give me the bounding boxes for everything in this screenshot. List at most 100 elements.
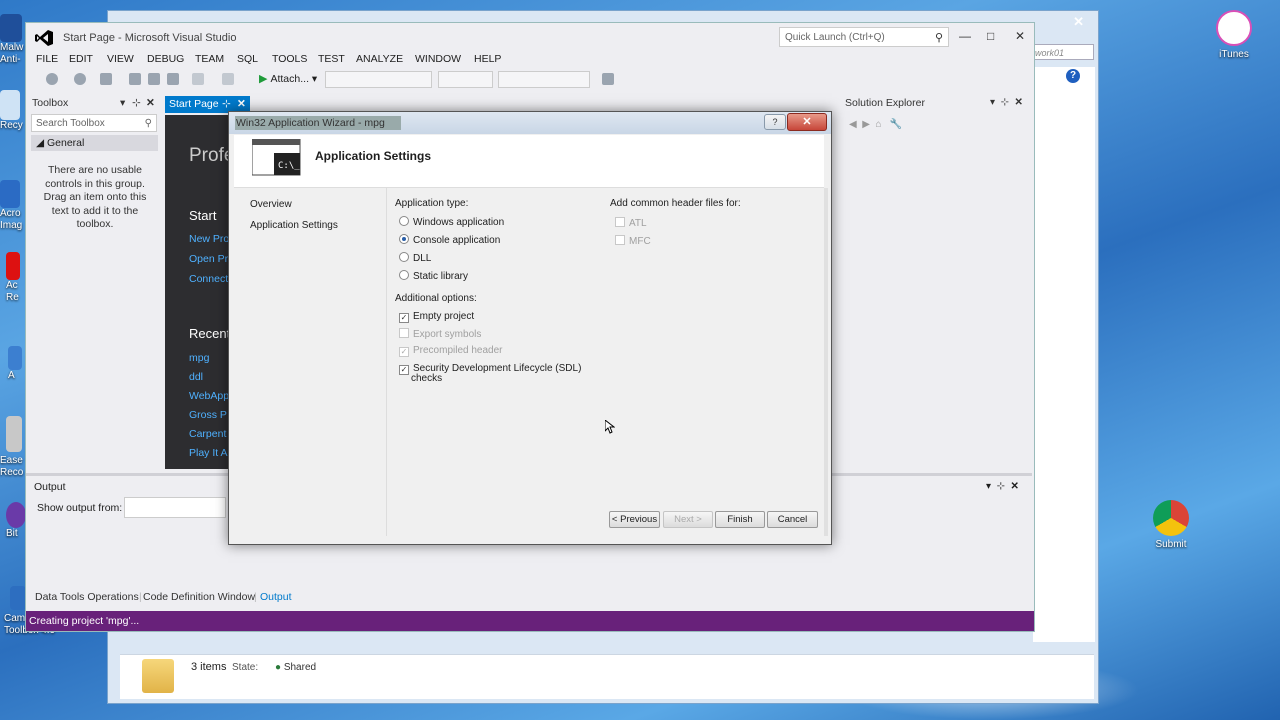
maximize-button[interactable]: □: [987, 29, 994, 43]
tab-label: Start Page: [169, 98, 219, 110]
quick-launch-input[interactable]: Quick Launch (Ctrl+Q) ⚲: [779, 27, 949, 47]
save-all-icon[interactable]: [167, 73, 179, 85]
checkbox-indicator: [615, 235, 625, 245]
bottom-tabs: Data Tools Operations | Code Definition …: [26, 589, 1034, 605]
explorer-search-input[interactable]: work01: [1032, 44, 1094, 60]
tab-data-tools-operations[interactable]: Data Tools Operations: [35, 591, 139, 603]
cancel-button[interactable]: Cancel: [767, 511, 818, 528]
camtasia-icon: [10, 586, 26, 610]
recycle-bin-icon: [0, 90, 20, 120]
desktop-icon-chrome[interactable]: Submit: [1145, 500, 1197, 551]
menu-view[interactable]: VIEW: [107, 53, 134, 65]
nav-application-settings[interactable]: Application Settings: [250, 220, 338, 231]
desktop-icon-easeus[interactable]: Ease Reco: [0, 416, 24, 479]
menu-analyze[interactable]: ANALYZE: [356, 53, 403, 65]
new-project-icon[interactable]: [100, 73, 112, 85]
toolbar: ▶ Attach... ▾: [26, 69, 1034, 91]
radio-dll[interactable]: DLL: [399, 252, 431, 264]
radio-windows-application[interactable]: Windows application: [399, 216, 504, 228]
tab-output[interactable]: Output: [260, 591, 292, 603]
sdl-checks-label-continued: checks: [411, 373, 443, 384]
toolbox-close-icon[interactable]: ✕: [146, 97, 155, 109]
desktop-icon-itunes[interactable]: iTunes: [1208, 10, 1260, 61]
recent-item[interactable]: Gross P: [189, 409, 227, 421]
output-source-dropdown[interactable]: [124, 497, 226, 518]
bitdefender-icon: [6, 502, 26, 528]
platform-dropdown[interactable]: [438, 71, 493, 88]
menu-team[interactable]: TEAM: [195, 53, 224, 65]
toolbox-group-general[interactable]: ◢ General: [31, 135, 158, 151]
dialog-close-button[interactable]: ✕: [787, 113, 827, 131]
menu-edit[interactable]: EDIT: [69, 53, 93, 65]
explorer-close-icon[interactable]: ✕: [1073, 14, 1084, 30]
solution-explorer-controls[interactable]: ▾ ⊹ ✕: [990, 97, 1023, 108]
attach-button[interactable]: ▶ Attach... ▾: [259, 72, 317, 85]
state-label: State:: [232, 662, 259, 673]
menu-help[interactable]: HELP: [474, 53, 501, 65]
menu-file[interactable]: FILE: [36, 53, 58, 65]
previous-button[interactable]: < Previous: [609, 511, 660, 528]
desktop-icon-a[interactable]: A: [8, 346, 26, 382]
tab-separator: |: [254, 591, 257, 603]
minimize-button[interactable]: —: [959, 29, 971, 43]
back-icon[interactable]: [46, 73, 58, 85]
home-icon[interactable]: ⌂: [876, 119, 882, 130]
auto-hide-icon[interactable]: ⊹: [132, 97, 141, 109]
recent-item[interactable]: WebApp: [189, 390, 229, 402]
recent-item[interactable]: Play It A: [189, 447, 228, 459]
solution-dropdown[interactable]: [498, 71, 590, 88]
wrench-icon[interactable]: 🔧: [890, 119, 902, 130]
solution-explorer-title: Solution Explorer: [845, 97, 925, 109]
desktop-icon-acrobat[interactable]: Ac Re: [6, 252, 26, 304]
radio-static-library[interactable]: Static library: [399, 270, 468, 282]
menu-test[interactable]: TEST: [318, 53, 345, 65]
desktop-icon-recycle[interactable]: Recy: [0, 90, 24, 132]
recent-item[interactable]: mpg: [189, 352, 209, 364]
find-icon[interactable]: [602, 73, 614, 85]
finish-button[interactable]: Finish: [715, 511, 765, 528]
toolbox-header: Toolbox ▾ ⊹ ✕: [32, 97, 155, 109]
help-icon[interactable]: ?: [1066, 69, 1080, 83]
checkbox-empty-project[interactable]: ✓ Empty project: [399, 311, 474, 323]
nav-overview[interactable]: Overview: [250, 199, 292, 210]
dialog-scrollbar[interactable]: [824, 188, 828, 536]
start-page-heading: Profe: [189, 145, 230, 166]
itunes-icon: [1216, 10, 1252, 46]
menu-debug[interactable]: DEBUG: [147, 53, 184, 65]
output-controls[interactable]: ▾ ⊹ ✕: [986, 481, 1019, 492]
link-open-project[interactable]: Open Pr: [189, 253, 228, 265]
recent-item[interactable]: Carpent: [189, 428, 226, 440]
forward-icon[interactable]: [74, 73, 86, 85]
menu-window[interactable]: WINDOW: [415, 53, 461, 65]
desktop-icon-label: iTunes: [1219, 49, 1249, 60]
close-button[interactable]: ✕: [1015, 29, 1025, 43]
menu-sql[interactable]: SQL: [237, 53, 258, 65]
desktop-icon-bit[interactable]: Bit: [6, 502, 26, 540]
item-count: 3 items: [191, 661, 227, 673]
redo-icon[interactable]: [222, 73, 234, 85]
search-icon: ⚲: [934, 32, 943, 44]
tab-code-definition-window[interactable]: Code Definition Window: [143, 591, 255, 603]
back-icon[interactable]: ◀: [849, 119, 857, 130]
desktop-icon-acronis[interactable]: Acro Imag: [0, 180, 24, 232]
pin-icon[interactable]: ▾: [120, 97, 125, 109]
desktop-icon-malware[interactable]: Malw Anti-: [0, 14, 24, 66]
radio-console-application[interactable]: Console application: [399, 234, 500, 246]
recent-item[interactable]: ddl: [189, 371, 203, 383]
open-icon[interactable]: [129, 73, 141, 85]
help-button[interactable]: ?: [764, 114, 786, 130]
desktop-icon-label: Malw Anti-: [0, 42, 24, 65]
link-connect[interactable]: Connect: [189, 273, 228, 285]
radio-indicator: [399, 216, 409, 226]
toolbox-group-label: General: [47, 137, 85, 149]
toolbox-search-input[interactable]: Search Toolbox ⚲: [31, 114, 157, 132]
additional-options-label: Additional options:: [395, 293, 477, 304]
configuration-dropdown[interactable]: [325, 71, 432, 88]
save-icon[interactable]: [148, 73, 160, 85]
option-label: Precompiled header: [413, 345, 503, 356]
forward-icon[interactable]: ▶: [862, 119, 870, 130]
undo-icon[interactable]: [192, 73, 204, 85]
option-label: Empty project: [413, 311, 475, 322]
link-new-project[interactable]: New Pro: [189, 233, 229, 245]
menu-tools[interactable]: TOOLS: [272, 53, 307, 65]
